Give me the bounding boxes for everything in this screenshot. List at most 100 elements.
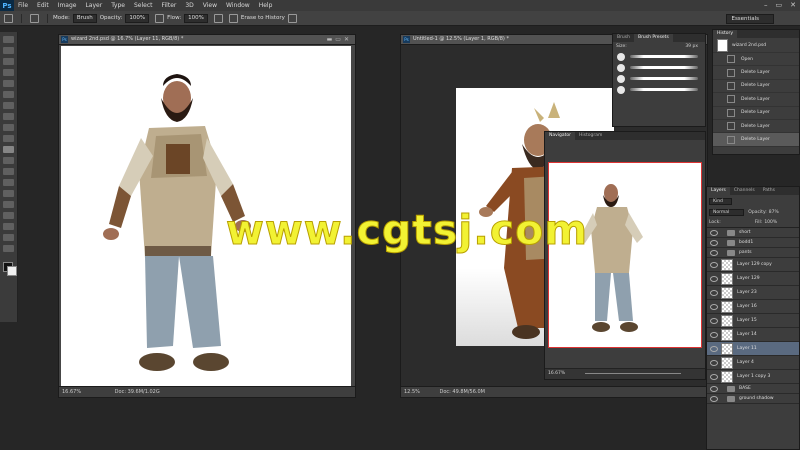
layer-row[interactable]: Layer 14: [707, 328, 799, 342]
zoom-readout-2[interactable]: 12.5%: [404, 389, 420, 395]
visibility-eye-icon[interactable]: [710, 289, 718, 296]
menu-file[interactable]: File: [18, 2, 28, 9]
shape-tool-icon[interactable]: [3, 223, 14, 230]
maximize-button[interactable]: ▭: [776, 1, 783, 9]
brush-preset[interactable]: [613, 62, 705, 73]
blend-mode-select[interactable]: Normal: [709, 208, 745, 216]
visibility-eye-icon[interactable]: [710, 385, 718, 392]
layer-row[interactable]: bodd1: [707, 238, 799, 248]
hand-tool-icon[interactable]: [3, 234, 14, 241]
checkbox-icon[interactable]: [228, 13, 238, 23]
brush-preset[interactable]: [613, 73, 705, 84]
menu-help[interactable]: Help: [259, 2, 273, 9]
history-item[interactable]: Delete Layer: [713, 80, 799, 94]
visibility-eye-icon[interactable]: [710, 345, 718, 352]
layer-row[interactable]: short: [707, 228, 799, 238]
tab-brush-presets[interactable]: Brush Presets: [634, 34, 673, 42]
navigator-zoom[interactable]: 16.67%: [548, 371, 565, 376]
visibility-eye-icon[interactable]: [710, 395, 718, 402]
tab-channels[interactable]: Channels: [730, 187, 759, 195]
type-tool-icon[interactable]: [3, 201, 14, 208]
eyedropper-tool-icon[interactable]: [3, 91, 14, 98]
visibility-eye-icon[interactable]: [710, 373, 718, 380]
history-item[interactable]: Delete Layer: [713, 66, 799, 80]
layer-row[interactable]: Layer 4: [707, 356, 799, 370]
layer-row[interactable]: Layer 23: [707, 286, 799, 300]
menu-3d[interactable]: 3D: [185, 2, 193, 9]
blur-tool-icon[interactable]: [3, 168, 14, 175]
document-tab-1[interactable]: Ps wizard 2nd.psd @ 16.7% (Layer 11, RGB…: [59, 35, 355, 45]
crop-tool-icon[interactable]: [3, 80, 14, 87]
kind-filter[interactable]: Kind: [709, 197, 732, 205]
menu-type[interactable]: Type: [111, 2, 125, 9]
brush-preset-icon[interactable]: [30, 13, 39, 23]
brush-tool-icon[interactable]: [3, 113, 14, 120]
menu-image[interactable]: Image: [58, 2, 77, 9]
menu-edit[interactable]: Edit: [37, 2, 49, 9]
visibility-eye-icon[interactable]: [710, 239, 718, 246]
layer-row[interactable]: Layer 1 copy 3: [707, 370, 799, 384]
layer-row[interactable]: Layer 129 copy: [707, 258, 799, 272]
flow-input[interactable]: 100%: [184, 13, 208, 23]
zoom-readout-1[interactable]: 16.67%: [62, 389, 81, 395]
opacity-input[interactable]: 100%: [125, 13, 150, 23]
move-tool-icon[interactable]: [3, 36, 14, 43]
history-brush-tool-icon[interactable]: [3, 135, 14, 142]
layer-opacity-input[interactable]: 87%: [769, 210, 779, 215]
tab-history[interactable]: History: [713, 30, 738, 38]
menu-window[interactable]: Window: [226, 2, 250, 9]
history-item-selected[interactable]: Delete Layer: [713, 133, 799, 147]
menu-select[interactable]: Select: [134, 2, 153, 9]
pressure-size-icon[interactable]: [287, 13, 297, 23]
minimize-button[interactable]: –: [764, 1, 768, 9]
workspace-select[interactable]: Essentials: [726, 14, 774, 24]
window-buttons[interactable]: ▬▭✕: [327, 35, 352, 44]
airbrush-icon[interactable]: [213, 13, 223, 23]
visibility-eye-icon[interactable]: [710, 275, 718, 282]
visibility-eye-icon[interactable]: [710, 249, 718, 256]
layer-row-selected[interactable]: Layer 11: [707, 342, 799, 356]
quick-select-tool-icon[interactable]: [3, 69, 14, 76]
erase-to-history-label[interactable]: Erase to History: [241, 15, 285, 21]
history-item[interactable]: Delete Layer: [713, 120, 799, 134]
pen-tool-icon[interactable]: [3, 190, 14, 197]
brush-preset[interactable]: [613, 51, 705, 62]
layer-row[interactable]: pants: [707, 248, 799, 258]
visibility-eye-icon[interactable]: [710, 303, 718, 310]
path-select-tool-icon[interactable]: [3, 212, 14, 219]
mode-select[interactable]: Brush: [72, 13, 97, 23]
size-value[interactable]: 39 px: [685, 44, 698, 49]
layer-row[interactable]: Layer 16: [707, 300, 799, 314]
menu-filter[interactable]: Filter: [162, 2, 177, 9]
navigator-preview[interactable]: [548, 162, 702, 348]
layer-row[interactable]: ground shadow: [707, 394, 799, 404]
gradient-tool-icon[interactable]: [3, 157, 14, 164]
history-item[interactable]: Open: [713, 53, 799, 67]
menu-view[interactable]: View: [203, 2, 217, 9]
layer-row[interactable]: BASE: [707, 384, 799, 394]
lasso-tool-icon[interactable]: [3, 58, 14, 65]
visibility-eye-icon[interactable]: [710, 229, 718, 236]
tab-brush[interactable]: Brush: [613, 34, 634, 42]
history-item[interactable]: Delete Layer: [713, 93, 799, 107]
visibility-eye-icon[interactable]: [710, 331, 718, 338]
eraser-tool-icon[interactable]: [3, 146, 14, 153]
eraser-tool-icon[interactable]: [4, 13, 13, 23]
tab-navigator[interactable]: Navigator: [545, 132, 576, 140]
history-snapshot[interactable]: wizard 2nd.psd: [713, 38, 799, 53]
tab-paths[interactable]: Paths: [759, 187, 779, 195]
tab-histogram[interactable]: Histogram: [575, 132, 606, 140]
tab-layers[interactable]: Layers: [707, 187, 730, 195]
marquee-tool-icon[interactable]: [3, 47, 14, 54]
pressure-opacity-icon[interactable]: [155, 13, 165, 23]
brush-preset[interactable]: [613, 84, 705, 95]
history-item[interactable]: Delete Layer: [713, 107, 799, 120]
zoom-slider[interactable]: [585, 373, 681, 374]
background-color-swatch[interactable]: [7, 266, 17, 276]
visibility-eye-icon[interactable]: [710, 359, 718, 366]
layer-row[interactable]: Layer 15: [707, 314, 799, 328]
close-button[interactable]: ✕: [790, 1, 796, 9]
healing-tool-icon[interactable]: [3, 102, 14, 109]
dodge-tool-icon[interactable]: [3, 179, 14, 186]
visibility-eye-icon[interactable]: [710, 317, 718, 324]
